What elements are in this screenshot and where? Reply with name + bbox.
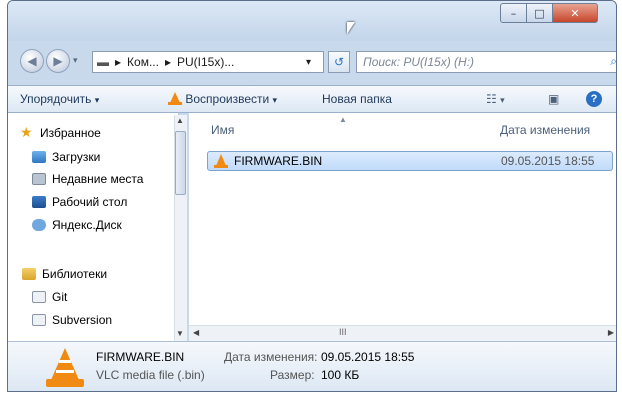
details-filetype: VLC media file (.bin) — [96, 368, 205, 382]
sidebar-item-recent[interactable]: Недавние места — [52, 172, 143, 186]
chevron-down-icon: ▾ — [272, 95, 278, 105]
address-bar[interactable]: ▬ ▸ Ком... ▸ PU(I15x)... ▾ — [92, 51, 324, 73]
chevron-down-icon: ▾ — [94, 95, 100, 105]
forward-arrow-icon: ▶ — [53, 54, 63, 68]
downloads-icon — [32, 151, 46, 163]
search-placeholder: Поиск: PU(I15x) (H:) — [363, 55, 475, 69]
back-arrow-icon: ◀ — [27, 54, 37, 68]
title-bar[interactable]: – □ ✕ — [8, 1, 616, 41]
chevron-down-icon: ▾ — [500, 95, 505, 105]
file-list-hscrollbar[interactable]: ◀ III ▶ — [189, 325, 616, 341]
library-icon — [32, 314, 46, 326]
scroll-right-icon[interactable]: ▶ — [608, 328, 614, 337]
breadcrumb-computer[interactable]: Ком... — [127, 55, 159, 69]
recent-pages-dropdown[interactable]: ▾ — [73, 55, 78, 66]
library-icon — [32, 291, 46, 303]
libraries-icon — [22, 268, 36, 280]
details-pane: FIRMWARE.BIN VLC media file (.bin) Дата … — [8, 341, 616, 391]
file-name: FIRMWARE.BIN — [234, 154, 323, 168]
details-filename: FIRMWARE.BIN — [96, 350, 185, 364]
navigation-pane: ★ Избранное Загрузки Недавние места Рабо… — [8, 113, 179, 341]
address-dropdown-icon[interactable]: ▾ — [306, 57, 311, 68]
sidebar-item-downloads[interactable]: Загрузки — [52, 150, 100, 164]
scroll-grip[interactable]: III — [339, 327, 347, 337]
explorer-window: – □ ✕ ◀ ▶ ▾ ▬ ▸ Ком... ▸ PU(I15x)... ▾ ↺… — [7, 0, 617, 392]
sort-arrow-icon: ▲ — [339, 115, 347, 124]
mouse-cursor-icon — [347, 22, 355, 34]
sidebar-item-git[interactable]: Git — [52, 290, 67, 304]
close-button[interactable]: ✕ — [552, 3, 598, 23]
cloud-icon — [32, 219, 46, 231]
details-size-value: 100 КБ — [321, 368, 360, 382]
scroll-down-icon[interactable]: ▼ — [176, 329, 184, 338]
drive-icon: ▬ — [97, 55, 109, 69]
details-size-label: Размер: — [270, 368, 315, 382]
table-row[interactable]: FIRMWARE.BIN 09.05.2015 18:55 — [207, 151, 613, 171]
command-bar: Упорядочить ▾ Воспроизвести ▾ Новая папк… — [8, 85, 616, 113]
scroll-up-icon[interactable]: ▲ — [176, 116, 184, 125]
new-folder-button[interactable]: Новая папка — [322, 92, 392, 106]
vlc-cone-icon — [214, 154, 228, 168]
organize-label: Упорядочить — [20, 92, 92, 106]
views-icon: ☷ — [486, 92, 497, 106]
favorites-header[interactable]: Избранное — [40, 126, 101, 140]
play-label: Воспроизвести — [185, 92, 270, 106]
navigation-bar: ◀ ▶ ▾ ▬ ▸ Ком... ▸ PU(I15x)... ▾ ↺ Поиск… — [16, 45, 616, 75]
scroll-left-icon[interactable]: ◀ — [193, 328, 199, 337]
file-date: 09.05.2015 18:55 — [501, 154, 595, 168]
minimize-button[interactable]: – — [500, 3, 527, 23]
back-button[interactable]: ◀ — [20, 49, 44, 73]
refresh-icon: ↺ — [333, 55, 345, 69]
sidebar-item-desktop[interactable]: Рабочий стол — [52, 195, 127, 209]
breadcrumb-separator-icon: ▸ — [115, 55, 122, 69]
refresh-button[interactable]: ↺ — [328, 51, 350, 73]
preview-pane-button[interactable]: ▣ — [548, 92, 559, 106]
nav-pane-scroll-thumb[interactable] — [175, 131, 186, 195]
play-button[interactable]: Воспроизвести ▾ — [168, 92, 277, 106]
sidebar-item-subversion[interactable]: Subversion — [52, 313, 112, 327]
breadcrumb-drive[interactable]: PU(I15x)... — [177, 55, 234, 69]
view-options-button[interactable]: ☷ ▾ — [486, 92, 505, 106]
search-input[interactable]: Поиск: PU(I15x) (H:) ⌕ — [356, 51, 616, 73]
sidebar-item-yandex-disk[interactable]: Яндекс.Диск — [52, 218, 122, 232]
help-button[interactable]: ? — [586, 91, 602, 107]
column-header-name[interactable]: Имя — [211, 123, 234, 137]
details-date-label: Дата изменения: — [224, 350, 318, 364]
forward-button[interactable]: ▶ — [46, 49, 70, 73]
breadcrumb-separator-icon: ▸ — [164, 55, 171, 69]
organize-button[interactable]: Упорядочить ▾ — [20, 92, 99, 106]
star-icon: ★ — [20, 124, 33, 140]
vlc-large-icon — [46, 348, 84, 388]
details-date-value: 09.05.2015 18:55 — [321, 350, 415, 364]
recent-places-icon — [32, 173, 46, 185]
file-list: Имя ▲ Дата изменения FIRMWARE.BIN 09.05.… — [189, 113, 616, 341]
libraries-header[interactable]: Библиотеки — [42, 267, 107, 281]
search-icon[interactable]: ⌕ — [610, 54, 616, 69]
desktop-icon — [32, 196, 46, 208]
vlc-cone-icon — [168, 92, 182, 105]
column-header-date[interactable]: Дата изменения — [500, 123, 590, 137]
maximize-button[interactable]: □ — [526, 3, 553, 23]
